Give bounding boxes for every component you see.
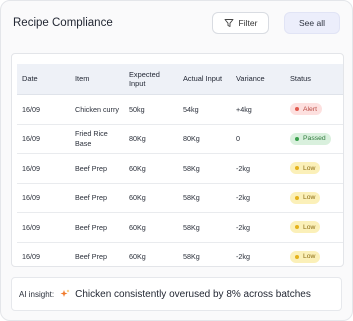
compliance-table: Date Item Expected Input Actual Input Va… [17, 64, 343, 267]
status-badge-low: Low [290, 221, 321, 234]
status-badge-low: Low [290, 191, 321, 204]
cell-status: Low [285, 250, 343, 263]
status-badge-low: Low [290, 250, 321, 263]
compliance-table-container[interactable]: Date Item Expected Input Actual Input Va… [11, 53, 344, 267]
see-all-button[interactable]: See all [284, 12, 340, 34]
cell-actual-input: 58Kg [183, 222, 200, 232]
cell-status: Passed [285, 132, 343, 145]
card-header: Recipe Compliance Filter See all [13, 11, 340, 35]
cell-date: 16/09 [22, 134, 40, 143]
column-header-date: Date [22, 74, 38, 84]
status-dot-icon [295, 225, 299, 230]
filter-icon [224, 19, 233, 27]
recipe-compliance-card: Recipe Compliance Filter See all Date It… [0, 0, 353, 321]
cell-actual-input: 80Kg [183, 134, 200, 143]
status-dot-icon [295, 166, 299, 171]
cell-status: Low [285, 191, 343, 204]
column-header-actual-input: Actual Input [183, 74, 223, 84]
table-row[interactable]: 16/09 Beef Prep 60Kg 58Kg -2kg Low [17, 213, 343, 243]
cell-item: Beef Prep [75, 163, 107, 173]
cell-actual-input: 54kg [183, 104, 199, 114]
ai-insight-label: AI insight: [19, 289, 55, 299]
cell-expected-input: 60Kg [129, 163, 146, 173]
cell-date: 16/09 [22, 252, 40, 261]
ai-insight-bar: AI insight: Chicken consistently overuse… [11, 277, 342, 311]
status-dot-icon [295, 136, 299, 141]
cell-variance: -2kg [236, 193, 250, 202]
cell-expected-input: 60Kg [129, 193, 146, 202]
cell-actual-input: 58Kg [183, 163, 200, 173]
cell-expected-input: 60Kg [129, 222, 146, 232]
cell-variance: -2kg [236, 222, 250, 232]
status-badge-label: Low [303, 223, 316, 231]
filter-button-label: Filter [238, 18, 258, 28]
status-badge-low: Low [290, 162, 321, 175]
cell-variance: 0 [236, 134, 240, 143]
cell-actual-input: 58Kg [183, 252, 200, 261]
column-header-item: Item [75, 74, 90, 84]
cell-expected-input: 50kg [129, 104, 145, 114]
cell-expected-input: 80Kg [129, 134, 146, 143]
cell-item: Beef Prep [75, 252, 107, 261]
table-row[interactable]: 16/09 Beef Prep 60Kg 58Kg -2kg Low [17, 154, 343, 184]
sparkle-icon [60, 289, 70, 297]
cell-expected-input: 60Kg [129, 252, 146, 261]
table-row[interactable]: 16/09 Fried Rice Base 80Kg 80Kg 0 Passed [17, 125, 343, 154]
cell-variance: -2kg [236, 252, 250, 261]
status-badge-label: Low [303, 194, 316, 201]
ai-insight-text: Chicken consistently overused by 8% acro… [75, 288, 311, 300]
status-badge-label: Passed [303, 135, 326, 142]
table-header-row: Date Item Expected Input Actual Input Va… [17, 64, 343, 95]
cell-variance: +4kg [236, 104, 252, 114]
cell-actual-input: 58Kg [183, 193, 200, 202]
status-badge-passed: Passed [290, 132, 331, 145]
cell-item: Fried Rice Base [75, 129, 108, 148]
cell-status: Alert [285, 103, 343, 116]
table-row[interactable]: 16/09 Beef Prep 60Kg 58Kg -2kg Low [17, 184, 343, 213]
status-dot-icon [295, 195, 299, 200]
table-row[interactable]: 16/09 Beef Prep 60Kg 58Kg -2kg Low [17, 243, 343, 267]
column-header-expected-input: Expected Input [129, 69, 160, 89]
cell-date: 16/09 [22, 193, 40, 202]
table-row[interactable]: 16/09 Chicken curry 50kg 54kg +4kg Alert [17, 95, 343, 125]
cell-variance: -2kg [236, 163, 250, 173]
cell-item: Beef Prep [75, 222, 107, 232]
cell-status: Low [285, 221, 343, 234]
column-header-variance: Variance [236, 74, 265, 84]
status-badge-label: Low [303, 164, 316, 172]
status-dot-icon [295, 107, 299, 112]
status-dot-icon [295, 254, 299, 259]
card-title: Recipe Compliance [13, 17, 113, 29]
cell-date: 16/09 [22, 104, 40, 114]
cell-status: Low [285, 162, 343, 175]
status-badge-label: Alert [303, 105, 317, 113]
cell-date: 16/09 [22, 222, 40, 232]
cell-item: Chicken curry [75, 104, 119, 114]
status-badge-alert: Alert [290, 103, 322, 116]
status-badge-label: Low [303, 253, 316, 260]
cell-item: Beef Prep [75, 193, 107, 202]
column-header-status: Status [290, 74, 311, 84]
filter-button[interactable]: Filter [212, 12, 269, 34]
cell-date: 16/09 [22, 163, 40, 173]
see-all-label: See all [299, 18, 325, 28]
